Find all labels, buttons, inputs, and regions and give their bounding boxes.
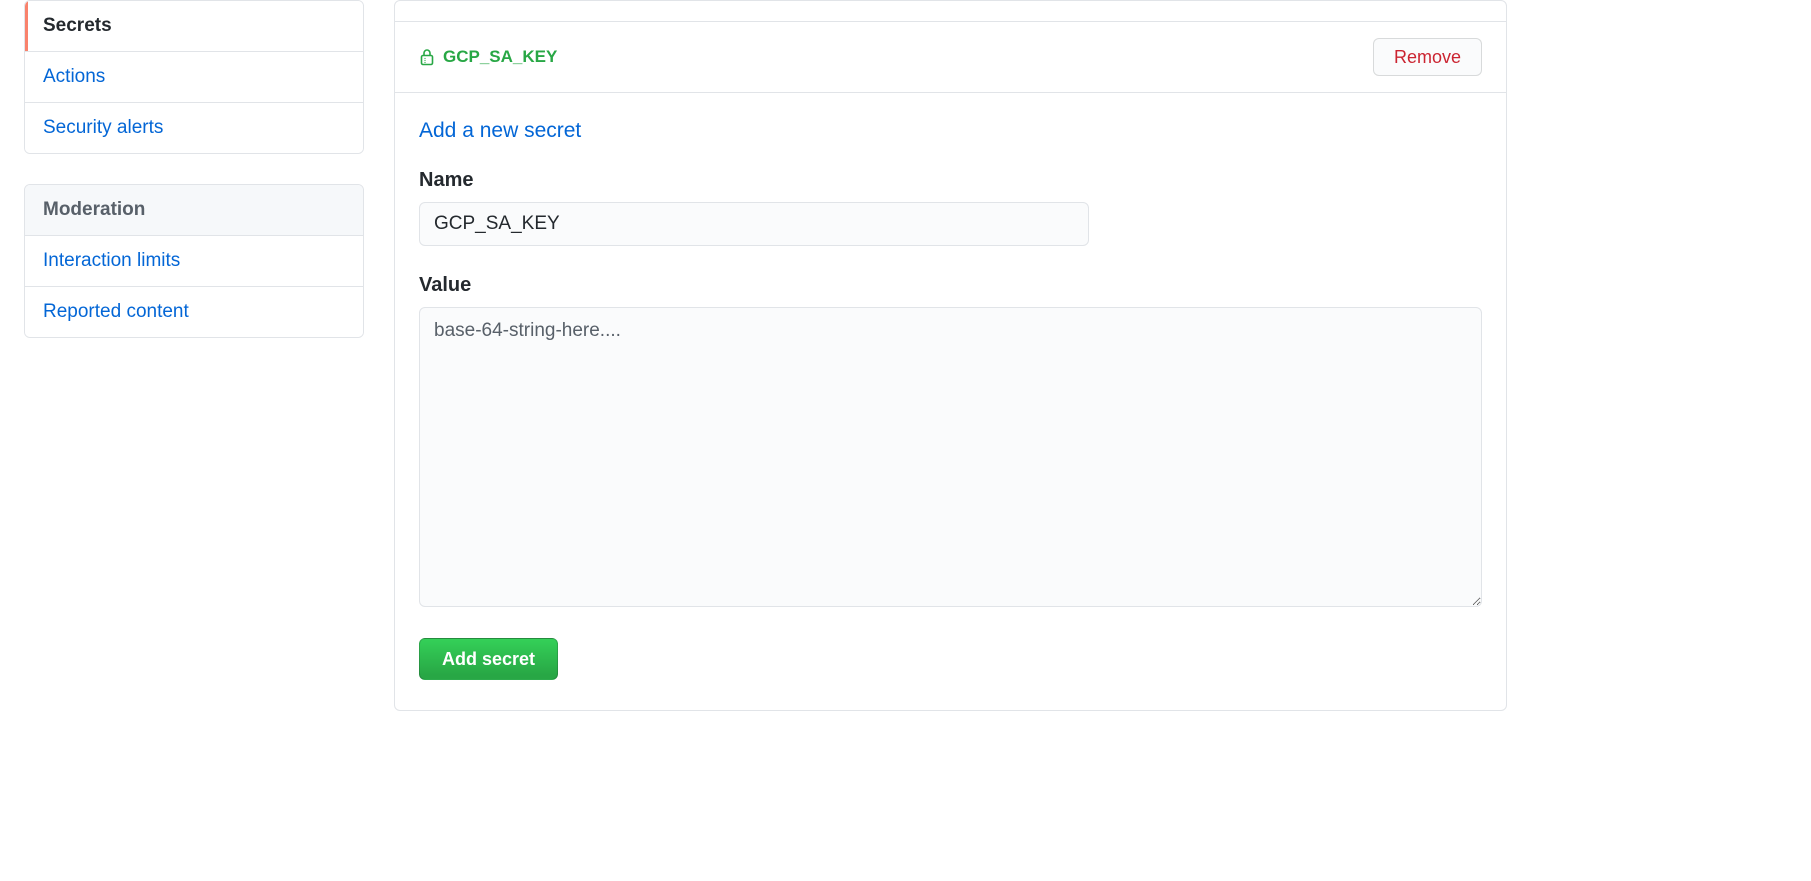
secrets-panel: GCP_SA_KEY Remove Add a new secret Name … bbox=[394, 0, 1507, 711]
sidebar-item-reported-content[interactable]: Reported content bbox=[25, 287, 363, 337]
secret-name-text: GCP_SA_KEY bbox=[443, 47, 557, 67]
value-label: Value bbox=[419, 274, 1482, 297]
remove-secret-button[interactable]: Remove bbox=[1373, 38, 1482, 76]
form-heading: Add a new secret bbox=[419, 119, 1482, 143]
sidebar-item-secrets[interactable]: Secrets bbox=[25, 1, 363, 52]
name-label: Name bbox=[419, 169, 1482, 192]
secret-name-input[interactable] bbox=[419, 202, 1089, 246]
add-secret-button[interactable]: Add secret bbox=[419, 638, 558, 680]
add-secret-form: Add a new secret Name Value Add secret bbox=[395, 93, 1506, 710]
existing-secret-row: GCP_SA_KEY Remove bbox=[395, 21, 1506, 93]
sidebar-item-security-alerts[interactable]: Security alerts bbox=[25, 103, 363, 153]
sidebar-group-moderation: Moderation Interaction limits Reported c… bbox=[24, 184, 364, 338]
sidebar-group-security: Secrets Actions Security alerts bbox=[24, 0, 364, 154]
settings-sidebar: Secrets Actions Security alerts Moderati… bbox=[24, 0, 364, 368]
sidebar-item-interaction-limits[interactable]: Interaction limits bbox=[25, 236, 363, 287]
sidebar-item-actions[interactable]: Actions bbox=[25, 52, 363, 103]
lock-icon bbox=[419, 48, 435, 66]
secret-name: GCP_SA_KEY bbox=[419, 47, 557, 67]
sidebar-header-moderation: Moderation bbox=[25, 185, 363, 236]
secret-value-textarea[interactable] bbox=[419, 307, 1482, 607]
